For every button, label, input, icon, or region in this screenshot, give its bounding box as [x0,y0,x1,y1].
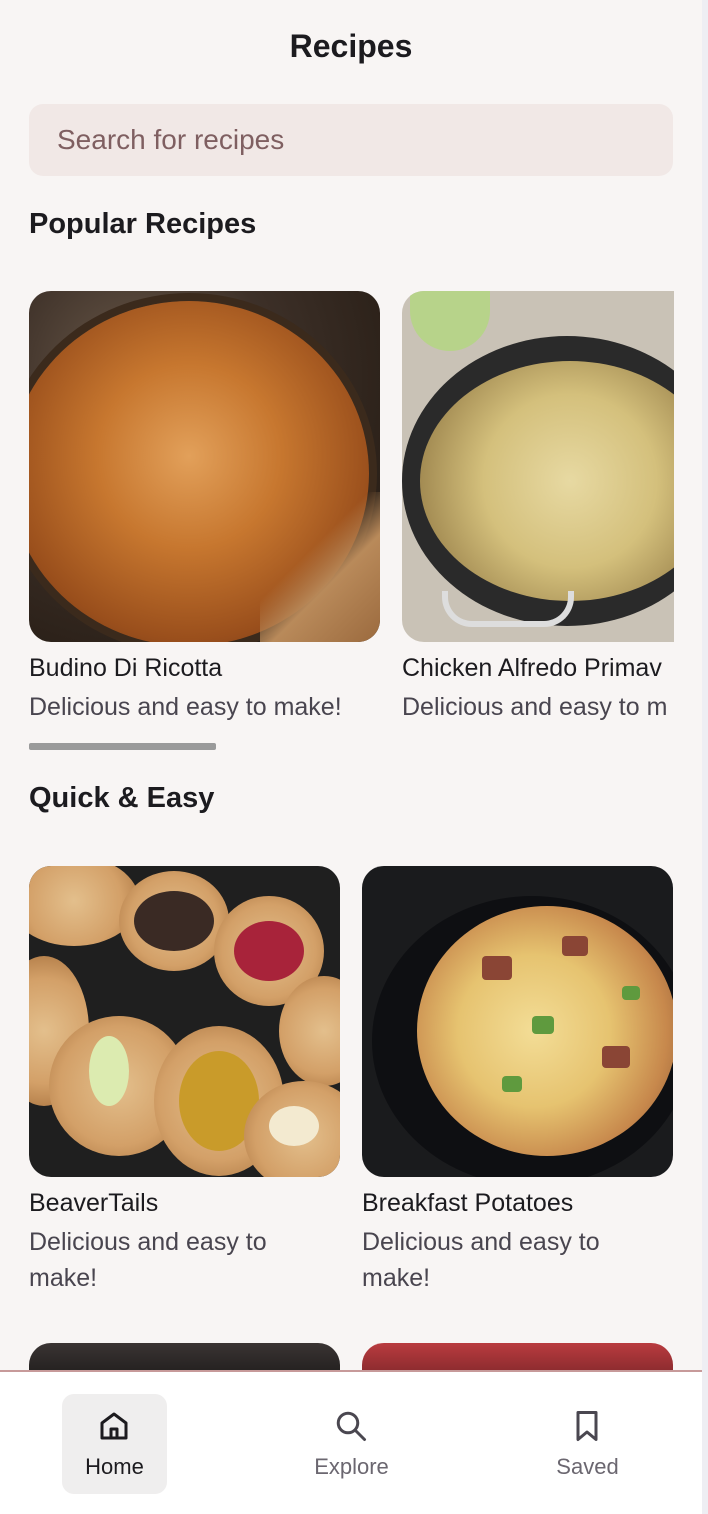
search-icon [336,1411,366,1441]
nav-label: Saved [556,1454,619,1479]
page-title: Recipes [289,28,413,64]
recipe-description: Delicious and easy to make! [362,1228,600,1292]
recipe-description: Delicious and easy to make! [29,1228,267,1292]
app-screen: Recipes Popular Recipes Budino Di Ricott… [0,0,702,1514]
recipe-name: Breakfast Potatoes [362,1189,574,1217]
recipe-image [29,866,340,1177]
popular-recipes-carousel[interactable]: Budino Di Ricotta Delicious and easy to … [29,291,674,731]
nav-label: Explore [314,1454,389,1479]
recipe-name: Budino Di Ricotta [29,654,223,682]
recipe-name: Chicken Alfredo Primav [402,654,662,682]
nav-label: Home [85,1454,144,1479]
nav-explore[interactable]: Explore [299,1394,404,1494]
quick-easy-grid: BeaverTails Delicious and easy to make! … [29,866,674,1306]
nav-saved[interactable]: Saved [535,1394,640,1494]
recipe-name: BeaverTails [29,1189,159,1217]
home-icon [100,1412,128,1440]
popular-recipes-heading: Popular Recipes [29,208,257,240]
bookmark-icon [576,1411,598,1441]
recipe-image [29,291,380,642]
nav-home[interactable]: Home [62,1394,167,1494]
quick-easy-heading: Quick & Easy [29,782,215,814]
recipe-image [362,866,673,1177]
recipe-card[interactable]: BeaverTails Delicious and easy to make! [29,866,340,1296]
recipe-description: Delicious and easy to make! [29,693,342,721]
recipe-image [402,291,674,642]
recipe-card[interactable]: Breakfast Potatoes Delicious and easy to… [362,866,673,1296]
window-scrollbar[interactable] [702,0,708,1514]
carousel-scroll-indicator[interactable] [29,743,216,750]
recipe-card[interactable]: Chicken Alfredo Primav Delicious and eas… [402,291,674,725]
recipe-card[interactable]: Budino Di Ricotta Delicious and easy to … [29,291,380,725]
recipe-description: Delicious and easy to m [402,693,668,721]
bottom-navigation: Home Explore Saved [0,1370,702,1514]
search-input[interactable] [29,104,673,176]
